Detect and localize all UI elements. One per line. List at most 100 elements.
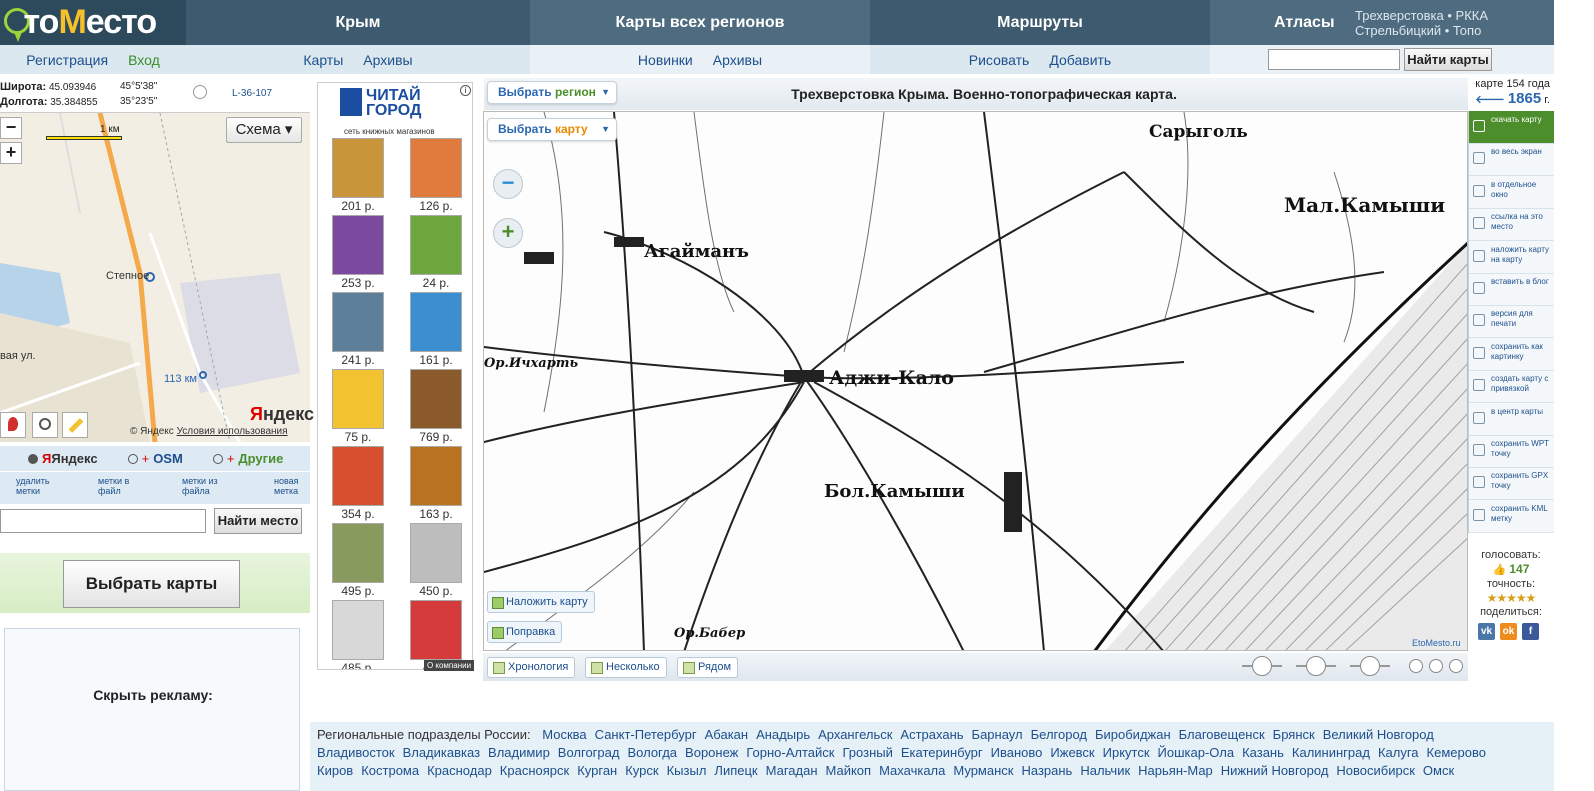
book-cover[interactable]	[410, 600, 462, 660]
region-link[interactable]: Калининград	[1292, 745, 1370, 760]
place-search-input[interactable]	[0, 509, 206, 533]
region-link[interactable]: Назрань	[1021, 763, 1072, 778]
tool-item[interactable]: в отдельное окно	[1469, 176, 1555, 209]
tool-item[interactable]: сохранить WPT точку	[1469, 435, 1555, 468]
correction-button[interactable]: Поправка	[487, 621, 563, 643]
reset-icon[interactable]	[1429, 659, 1443, 673]
new-link[interactable]: Новинки	[638, 52, 693, 68]
brightness-icon[interactable]	[1306, 656, 1326, 676]
region-link[interactable]: Благовещенск	[1179, 727, 1265, 742]
select-map-dropdown[interactable]: Выбрать карту ▼	[487, 118, 617, 141]
region-link[interactable]: Ижевск	[1050, 745, 1094, 760]
tool-item[interactable]: в центр карты	[1469, 403, 1555, 436]
tool-item[interactable]: ссылка на это место	[1469, 208, 1555, 242]
region-link[interactable]: Кемерово	[1427, 745, 1486, 760]
region-link[interactable]: Брянск	[1273, 727, 1315, 742]
atlas-link-line2[interactable]: Стрельбицкий • Топо	[1355, 23, 1488, 38]
radio-yandex[interactable]	[28, 453, 38, 464]
contrast-icon[interactable]	[1252, 656, 1272, 676]
book-cover[interactable]	[332, 600, 384, 660]
region-link[interactable]: Махачкала	[879, 763, 945, 778]
region-link[interactable]: Екатеринбург	[901, 745, 983, 760]
map-sheet-link[interactable]: L-36-107	[232, 87, 272, 101]
region-link[interactable]: Великий Новгород	[1323, 727, 1434, 742]
tool-item[interactable]: во весь экран	[1469, 143, 1555, 177]
region-link[interactable]: Майкоп	[826, 763, 872, 778]
tool-item[interactable]: версия для печати	[1469, 305, 1555, 339]
book-cover[interactable]	[410, 446, 462, 506]
site-logo[interactable]: етоМесто	[0, 0, 186, 45]
region-link[interactable]: Волгоград	[558, 745, 620, 760]
region-link[interactable]: Биробиджан	[1095, 727, 1171, 742]
facebook-share-icon[interactable]: f	[1522, 623, 1539, 640]
thumbs-up-icon[interactable]: 👍	[1493, 564, 1507, 576]
rotate-left-icon[interactable]	[1409, 659, 1423, 673]
mini-map[interactable]	[0, 112, 310, 442]
map-zoom-in-button[interactable]: +	[493, 218, 523, 248]
region-link[interactable]: Нижний Новгород	[1221, 763, 1329, 778]
region-link[interactable]: Воронеж	[685, 745, 738, 760]
vk-share-icon[interactable]: vk	[1478, 623, 1495, 640]
opacity-icon[interactable]	[1360, 656, 1380, 676]
back-icon[interactable]	[1449, 659, 1463, 673]
book-cover[interactable]	[410, 215, 462, 275]
nav-all-regions[interactable]: Карты всех регионов	[530, 0, 870, 45]
map-zoom-out-button[interactable]: −	[493, 169, 523, 199]
zoom-tool-button[interactable]	[32, 412, 58, 438]
mini-zoom-out-button[interactable]: −	[0, 117, 22, 139]
region-link[interactable]: Магадан	[766, 763, 818, 778]
mini-zoom-in-button[interactable]: +	[0, 142, 22, 164]
compass-icon[interactable]	[193, 85, 207, 99]
region-link[interactable]: Киров	[317, 763, 353, 778]
region-link[interactable]: Астрахань	[900, 727, 963, 742]
nav-routes[interactable]: Маршруты	[870, 0, 1210, 45]
region-link[interactable]: Анадырь	[756, 727, 810, 742]
book-cover[interactable]	[332, 215, 384, 275]
book-cover[interactable]	[332, 523, 384, 583]
region-link[interactable]: Вологда	[627, 745, 677, 760]
book-cover[interactable]	[332, 292, 384, 352]
atlas-links[interactable]: Трехверстовка • РККА Стрельбицкий • Топо	[1355, 8, 1488, 38]
tool-item[interactable]: создать карту с привязкой	[1469, 370, 1555, 404]
bookshop-logo[interactable]: ЧИТАЙ ГОРОД сеть книжных магазинов	[340, 88, 435, 139]
region-link[interactable]: Барнаул	[972, 727, 1023, 742]
choose-maps-button[interactable]: Выбрать карты	[63, 560, 240, 608]
region-link[interactable]: Санкт-Петербург	[595, 727, 697, 742]
register-link[interactable]: Регистрация	[26, 52, 108, 68]
tool-item[interactable]: сохранить KML метку	[1469, 500, 1555, 533]
region-link[interactable]: Владивосток	[317, 745, 395, 760]
region-link[interactable]: Нарьян-Мар	[1138, 763, 1213, 778]
region-link[interactable]: Иркутск	[1103, 745, 1150, 760]
tool-item[interactable]: сохранить как картинку	[1469, 338, 1555, 371]
book-cover[interactable]	[410, 292, 462, 352]
hide-ads-label[interactable]: Скрыть рекламу:	[5, 687, 301, 703]
archives-link-2[interactable]: Архивы	[713, 52, 762, 68]
several-maps-button[interactable]: Несколько	[585, 657, 667, 678]
region-link[interactable]: Владимир	[488, 745, 550, 760]
about-company-link[interactable]: О компании	[424, 660, 474, 671]
find-maps-input[interactable]	[1268, 49, 1400, 70]
region-link[interactable]: Краснодар	[427, 763, 492, 778]
tool-item[interactable]: наложить карту на карту	[1469, 241, 1555, 274]
prev-year-arrow-icon[interactable]: 🡐	[1475, 94, 1505, 106]
new-mark-button[interactable]: новая метка	[274, 476, 308, 496]
overlay-map-button[interactable]: Наложить карту	[487, 591, 595, 613]
region-link[interactable]: Грозный	[843, 745, 893, 760]
book-cover[interactable]	[410, 369, 462, 429]
info-icon[interactable]: i	[460, 85, 471, 96]
region-link[interactable]: Владикавказ	[403, 745, 480, 760]
nearby-maps-button[interactable]: Рядом	[677, 657, 739, 678]
region-link[interactable]: Казань	[1242, 745, 1284, 760]
map-type-dropdown[interactable]: Схема ▾	[226, 117, 302, 143]
region-link[interactable]: Иваново	[991, 745, 1043, 760]
region-link[interactable]: Липецк	[714, 763, 757, 778]
tool-item[interactable]: вставить в блог	[1469, 273, 1555, 306]
find-maps-button[interactable]: Найти карты	[1404, 48, 1492, 71]
book-cover[interactable]	[410, 138, 462, 198]
book-cover[interactable]	[332, 369, 384, 429]
tool-item[interactable]: сохранить GPX точку	[1469, 467, 1555, 501]
region-link[interactable]: Красноярск	[500, 763, 569, 778]
maps-link[interactable]: Карты	[303, 52, 343, 68]
region-link[interactable]: Курск	[625, 763, 658, 778]
bookshop-ad[interactable]: ЧИТАЙ ГОРОД сеть книжных магазинов i 201 …	[317, 82, 473, 670]
